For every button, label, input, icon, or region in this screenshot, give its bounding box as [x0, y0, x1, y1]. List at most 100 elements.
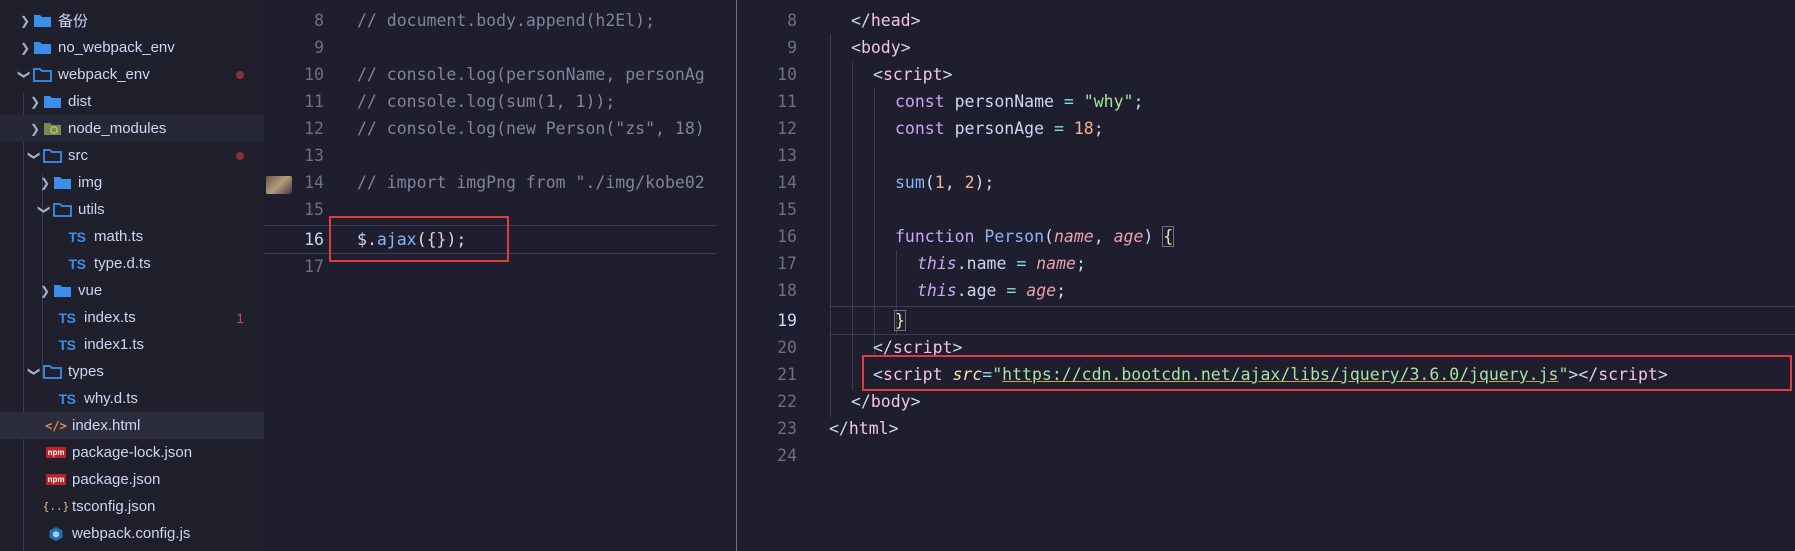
tree-item-label: types — [68, 363, 104, 380]
tree-item-folder-open[interactable]: ❯ utils — [0, 196, 264, 223]
code-line: <body> — [851, 34, 911, 61]
tree-item-folder-open[interactable]: ❯ types — [0, 358, 264, 385]
token: name — [1036, 254, 1076, 273]
token: this — [917, 281, 957, 300]
token: = — [1016, 254, 1027, 273]
line-number: 17 — [304, 257, 324, 276]
tree-item-folder-open[interactable]: ❯ src — [0, 142, 264, 169]
tree-item-label: webpack_env — [58, 66, 150, 83]
tree-item-file[interactable]: TS why.d.ts — [0, 385, 264, 412]
tree-item-label: why.d.ts — [84, 390, 138, 407]
tree-item-label: 备份 — [58, 13, 89, 30]
tree-item-folder[interactable]: ❯ 备份 — [0, 7, 264, 34]
tree-item-folder[interactable]: ❯ vue — [0, 277, 264, 304]
tree-item-label: package.json — [72, 471, 161, 488]
token: 18 — [1073, 119, 1094, 138]
chevron-down-icon: ❯ — [28, 150, 42, 161]
code-line: // document.body.append(h2El); — [357, 11, 656, 30]
line-number: 15 — [777, 200, 797, 219]
tree-item-file[interactable]: {..} tsconfig.json — [0, 493, 264, 520]
tree-item-file[interactable]: TS type.d.ts — [0, 250, 264, 277]
indent-guide — [852, 61, 853, 390]
token: .age — [956, 281, 1007, 300]
token: const — [895, 92, 945, 111]
npm-file-icon: npm — [45, 443, 67, 463]
token: = — [1053, 119, 1064, 138]
line-number: 13 — [304, 146, 324, 165]
line-number: 12 — [304, 119, 324, 138]
highlight-box-ajax — [329, 216, 509, 262]
token: sum — [895, 173, 925, 192]
line-number: 23 — [777, 419, 797, 438]
line-number-active: 19 — [777, 311, 797, 330]
line-number-active: 16 — [304, 230, 324, 249]
token: ; — [1075, 254, 1086, 273]
token: ( — [924, 173, 935, 192]
token: head — [870, 11, 911, 30]
code-line: </html> — [829, 415, 899, 442]
token: , — [1093, 227, 1114, 246]
token: const — [895, 119, 945, 138]
token: .name — [956, 254, 1017, 273]
token: personName — [944, 92, 1064, 111]
vscode-window: ❯ 备份 ❯ no_webpack_env ❯ webpack_env ❯ di… — [0, 0, 1795, 551]
tree-item-label: no_webpack_env — [58, 39, 175, 56]
code-line: // console.log(new Person("zs", 18) — [357, 119, 705, 138]
token: } — [894, 310, 906, 331]
problem-count-badge: 1 — [236, 309, 244, 326]
ts-file-icon: TS — [68, 228, 86, 245]
token: body — [860, 38, 901, 57]
tree-item-folder[interactable]: ❯ no_webpack_env — [0, 34, 264, 61]
chevron-right-icon: ❯ — [29, 94, 41, 109]
tree-item-label: math.ts — [94, 228, 144, 245]
token: > — [910, 392, 921, 411]
tree-item-file[interactable]: TS math.ts — [0, 223, 264, 250]
ts-file-icon: TS — [68, 255, 86, 272]
token: ( — [1044, 227, 1054, 246]
token: script — [882, 65, 943, 84]
token: < — [873, 65, 883, 84]
indent-guide — [874, 88, 875, 356]
left-editor[interactable]: 8 9 10 11 12 13 14 15 16 17 // document.… — [264, 0, 717, 551]
json-file-icon: {..} — [42, 500, 70, 513]
tree-item-folder[interactable]: ❯ dist — [0, 88, 264, 115]
tree-item-folder[interactable]: ❯ img — [0, 169, 264, 196]
code-line: // console.log(sum(1, 1)); — [357, 92, 616, 111]
right-editor[interactable]: 8 9 10 11 12 13 14 15 16 17 18 19 20 21 22 23 24 </head>… — [737, 0, 1795, 551]
token: ; — [1056, 281, 1067, 300]
modified-dot — [236, 152, 244, 160]
chevron-right-icon: ❯ — [19, 40, 31, 55]
indent-guide — [830, 34, 831, 417]
folder-icon — [42, 92, 62, 112]
code-line: // import imgPng from "./img/kobe02 — [357, 173, 705, 192]
line-number: 9 — [787, 38, 797, 57]
tree-item-file[interactable]: npm package-lock.json — [0, 439, 264, 466]
token: > — [888, 419, 899, 438]
tree-item-file-selected[interactable]: </> index.html — [0, 412, 264, 439]
npm-file-icon: npm — [45, 470, 67, 490]
tree-item-folder-open[interactable]: ❯ webpack_env — [0, 61, 264, 88]
token: </ — [829, 419, 849, 438]
tree-item-label: img — [78, 174, 103, 191]
current-line-highlight — [829, 306, 1795, 335]
tree-item-file[interactable]: npm package.json — [0, 466, 264, 493]
token: ) — [1143, 227, 1164, 246]
token: body — [870, 392, 911, 411]
ts-file-icon: TS — [58, 390, 76, 407]
line-number: 10 — [304, 65, 324, 84]
tree-item-folder[interactable]: ❯ node_modules — [0, 115, 264, 142]
code-line: this.age = age; — [917, 277, 1066, 304]
chevron-right-icon: ❯ — [29, 121, 41, 136]
code-line: sum(1, 2); — [895, 169, 994, 196]
line-number: 11 — [304, 92, 324, 111]
tree-item-file[interactable]: webpack.config.js — [0, 520, 264, 547]
token: age — [1113, 227, 1144, 246]
token: html — [848, 419, 889, 438]
tree-item-file[interactable]: TS index.ts 1 — [0, 304, 264, 331]
tree-item-file[interactable]: TS index1.ts — [0, 331, 264, 358]
highlight-box-script-src — [862, 355, 1792, 391]
token: 2 — [964, 173, 975, 192]
